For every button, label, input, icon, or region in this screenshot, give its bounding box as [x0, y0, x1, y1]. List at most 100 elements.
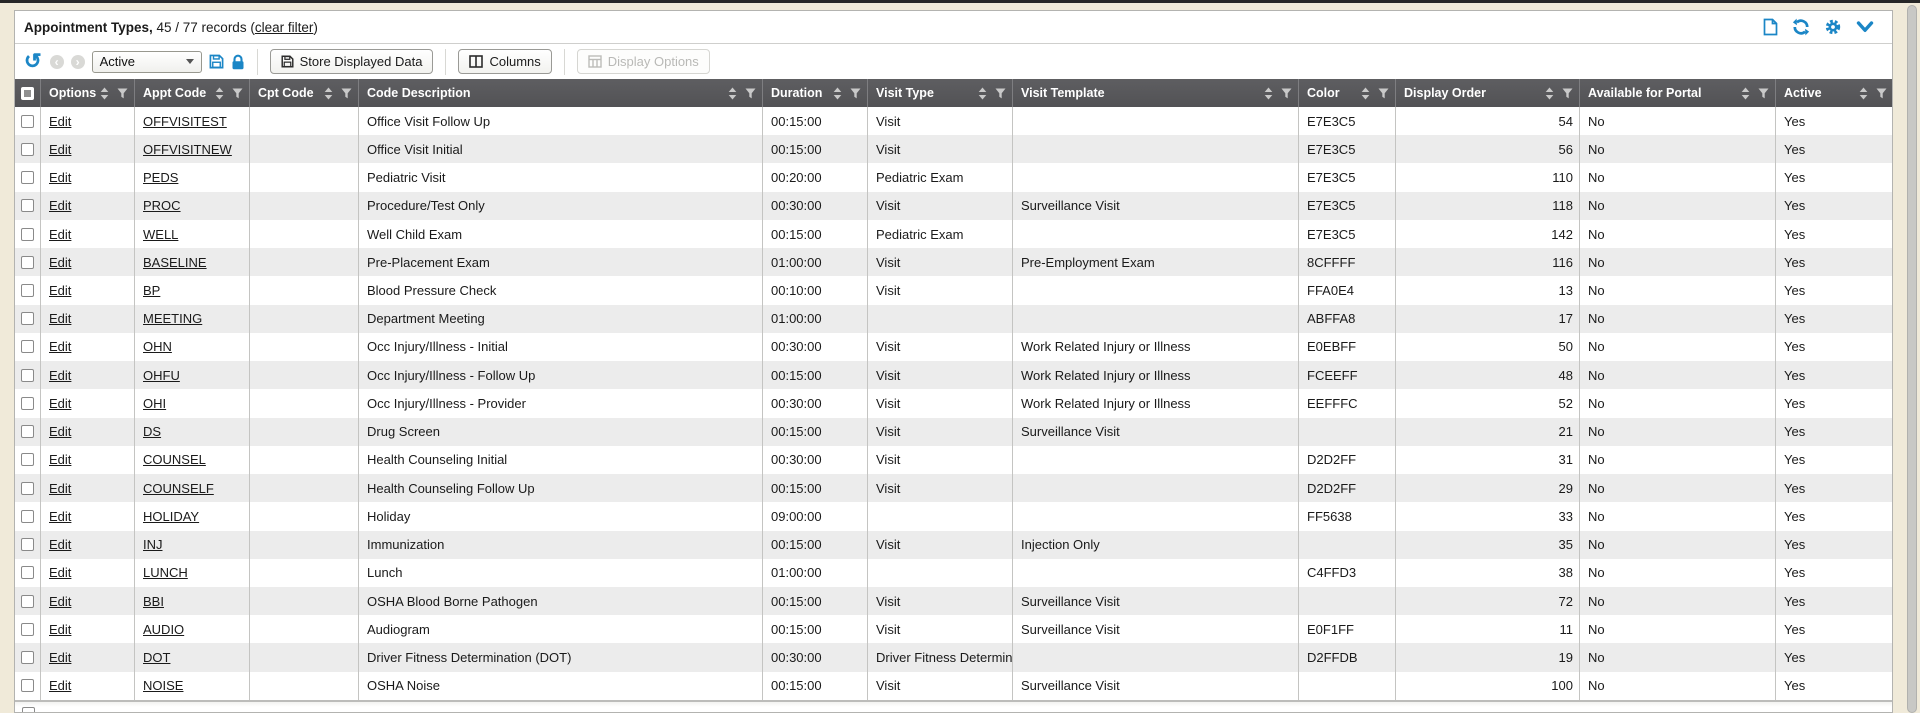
appt-code-link[interactable]: AUDIO — [143, 622, 184, 637]
sort-icon[interactable] — [324, 87, 333, 100]
row-checkbox[interactable] — [21, 284, 34, 297]
appt-code-link[interactable]: PROC — [143, 198, 181, 213]
appt-code-link[interactable]: NOISE — [143, 678, 183, 693]
column-header-visit_template[interactable]: Visit Template — [1013, 79, 1299, 107]
chevron-down-icon[interactable] — [1856, 21, 1874, 33]
scrollbar-thumb[interactable] — [1907, 5, 1917, 713]
filter-icon[interactable] — [1876, 88, 1887, 99]
refresh-icon[interactable] — [1792, 18, 1810, 36]
edit-link[interactable]: Edit — [49, 594, 71, 609]
edit-link[interactable]: Edit — [49, 170, 71, 185]
appt-code-link[interactable]: BBI — [143, 594, 164, 609]
appt-code-link[interactable]: LUNCH — [143, 565, 188, 580]
filter-icon[interactable] — [995, 88, 1006, 99]
appt-code-link[interactable]: INJ — [143, 537, 163, 552]
edit-link[interactable]: Edit — [49, 198, 71, 213]
columns-button[interactable]: Columns — [458, 49, 551, 74]
filter-icon[interactable] — [745, 88, 756, 99]
appt-code-link[interactable]: HOLIDAY — [143, 509, 199, 524]
appt-code-link[interactable]: DS — [143, 424, 161, 439]
edit-link[interactable]: Edit — [49, 481, 71, 496]
column-header-display_order[interactable]: Display Order — [1396, 79, 1580, 107]
edit-link[interactable]: Edit — [49, 509, 71, 524]
edit-link[interactable]: Edit — [49, 678, 71, 693]
edit-link[interactable]: Edit — [49, 537, 71, 552]
column-header-appt_code[interactable]: Appt Code — [135, 79, 250, 107]
row-checkbox[interactable] — [21, 199, 34, 212]
vertical-scrollbar[interactable] — [1906, 5, 1918, 713]
row-checkbox[interactable] — [21, 679, 34, 692]
select-all-checkbox[interactable] — [21, 87, 34, 100]
column-header-options[interactable]: Options — [41, 79, 135, 107]
lock-icon[interactable] — [231, 54, 245, 70]
appt-code-link[interactable]: BP — [143, 283, 160, 298]
row-checkbox[interactable] — [21, 453, 34, 466]
edit-link[interactable]: Edit — [49, 114, 71, 129]
appt-code-link[interactable]: COUNSEL — [143, 452, 206, 467]
edit-link[interactable]: Edit — [49, 283, 71, 298]
filter-icon[interactable] — [1562, 88, 1573, 99]
row-checkbox[interactable] — [21, 566, 34, 579]
appt-code-link[interactable]: PEDS — [143, 170, 178, 185]
row-checkbox[interactable] — [21, 538, 34, 551]
sort-icon[interactable] — [1859, 87, 1868, 100]
row-checkbox[interactable] — [21, 482, 34, 495]
sort-icon[interactable] — [1264, 87, 1273, 100]
sort-icon[interactable] — [833, 87, 842, 100]
filter-icon[interactable] — [1378, 88, 1389, 99]
row-checkbox[interactable] — [21, 397, 34, 410]
column-header-color[interactable]: Color — [1299, 79, 1396, 107]
undo-icon[interactable]: ↺ — [24, 53, 42, 71]
row-checkbox[interactable] — [21, 510, 34, 523]
filter-icon[interactable] — [1758, 88, 1769, 99]
row-checkbox[interactable] — [21, 143, 34, 156]
edit-link[interactable]: Edit — [49, 650, 71, 665]
appt-code-link[interactable]: OFFVISITEST — [143, 114, 227, 129]
sort-icon[interactable] — [1545, 87, 1554, 100]
row-checkbox[interactable] — [21, 623, 34, 636]
previous-page-button[interactable]: ‹ — [50, 55, 64, 69]
filter-icon[interactable] — [117, 88, 128, 99]
view-filter-select[interactable]: Active — [92, 51, 202, 73]
row-checkbox[interactable] — [21, 312, 34, 325]
gear-icon[interactable] — [1824, 18, 1842, 36]
column-header-active[interactable]: Active — [1776, 79, 1893, 107]
appt-code-link[interactable]: OHFU — [143, 368, 180, 383]
edit-link[interactable]: Edit — [49, 142, 71, 157]
row-checkbox[interactable] — [21, 425, 34, 438]
edit-link[interactable]: Edit — [49, 565, 71, 580]
sort-icon[interactable] — [1361, 87, 1370, 100]
appt-code-link[interactable]: OHI — [143, 396, 166, 411]
clear-filter-link[interactable]: clear filter — [255, 20, 314, 35]
edit-link[interactable]: Edit — [49, 227, 71, 242]
row-checkbox[interactable] — [21, 256, 34, 269]
column-header-visit_type[interactable]: Visit Type — [868, 79, 1013, 107]
edit-link[interactable]: Edit — [49, 424, 71, 439]
edit-link[interactable]: Edit — [49, 255, 71, 270]
sort-icon[interactable] — [728, 87, 737, 100]
edit-link[interactable]: Edit — [49, 311, 71, 326]
column-header-portal[interactable]: Available for Portal — [1580, 79, 1776, 107]
row-checkbox[interactable] — [21, 369, 34, 382]
appt-code-link[interactable]: COUNSELF — [143, 481, 214, 496]
appt-code-link[interactable]: OFFVISITNEW — [143, 142, 232, 157]
column-header-description[interactable]: Code Description — [359, 79, 763, 107]
column-header-duration[interactable]: Duration — [763, 79, 868, 107]
edit-link[interactable]: Edit — [49, 339, 71, 354]
edit-link[interactable]: Edit — [49, 368, 71, 383]
store-displayed-data-button[interactable]: Store Displayed Data — [270, 49, 434, 74]
row-checkbox[interactable] — [21, 340, 34, 353]
appt-code-link[interactable]: DOT — [143, 650, 170, 665]
row-checkbox[interactable] — [21, 595, 34, 608]
edit-link[interactable]: Edit — [49, 622, 71, 637]
new-document-icon[interactable] — [1762, 18, 1778, 36]
row-checkbox[interactable] — [22, 707, 35, 713]
appt-code-link[interactable]: MEETING — [143, 311, 202, 326]
sort-icon[interactable] — [1741, 87, 1750, 100]
appt-code-link[interactable]: BASELINE — [143, 255, 207, 270]
sort-icon[interactable] — [100, 87, 109, 100]
sort-icon[interactable] — [215, 87, 224, 100]
edit-link[interactable]: Edit — [49, 396, 71, 411]
filter-icon[interactable] — [341, 88, 352, 99]
column-header-cpt_code[interactable]: Cpt Code — [250, 79, 359, 107]
